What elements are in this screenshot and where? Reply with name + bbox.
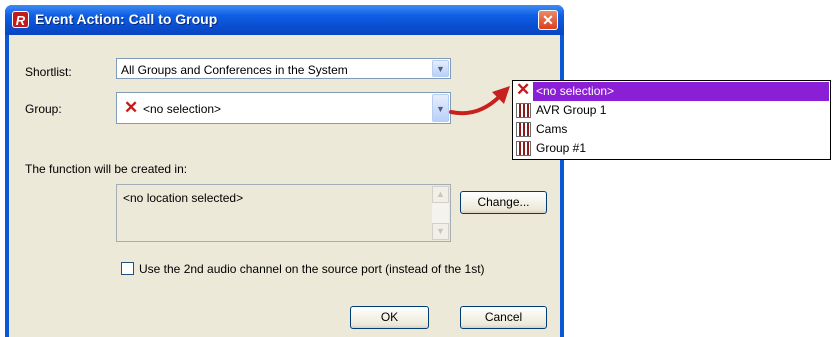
dialog-window: R Event Action: Call to Group ✕ Shortlis… xyxy=(5,5,564,337)
audio-channel-label[interactable]: Use the 2nd audio channel on the source … xyxy=(139,262,485,276)
dropdown-item-group-1[interactable]: Group #1 xyxy=(514,139,829,158)
dropdown-item-label: Group #1 xyxy=(536,141,587,155)
cancel-button[interactable]: Cancel xyxy=(460,306,547,329)
group-label: Group: xyxy=(25,102,62,116)
title-bar[interactable]: R Event Action: Call to Group ✕ xyxy=(5,5,564,35)
chevron-down-icon[interactable]: ▼ xyxy=(432,94,449,122)
scroll-up-icon[interactable]: ▲ xyxy=(432,186,449,203)
dropdown-item-label: Cams xyxy=(536,122,568,136)
window-title: Event Action: Call to Group xyxy=(35,11,218,27)
dropdown-item-cams[interactable]: Cams xyxy=(514,120,829,139)
location-scrollbar[interactable]: ▲ ▼ xyxy=(432,186,449,240)
chevron-down-icon[interactable]: ▼ xyxy=(432,60,449,77)
callout-arrow-icon xyxy=(449,86,510,116)
group-value: <no selection> xyxy=(143,102,222,116)
group-dropdown-list[interactable]: ✕ <no selection> AVR Group 1 Cams Group … xyxy=(512,80,831,160)
dialog-body: Shortlist: All Groups and Conferences in… xyxy=(9,35,560,337)
shortlist-label: Shortlist: xyxy=(25,65,72,79)
red-x-icon: ✕ xyxy=(124,98,139,117)
shortlist-value: All Groups and Conferences in the System xyxy=(121,63,348,77)
scroll-down-icon[interactable]: ▼ xyxy=(432,223,449,240)
group-combobox[interactable]: ✕ <no selection> ▼ xyxy=(116,92,451,124)
ok-button[interactable]: OK xyxy=(350,306,429,329)
dropdown-item-avr-group-1[interactable]: AVR Group 1 xyxy=(514,101,829,120)
close-button[interactable]: ✕ xyxy=(538,10,558,30)
location-value: <no location selected> xyxy=(123,191,244,205)
dropdown-item-label: <no selection> xyxy=(536,84,615,98)
group-icon xyxy=(516,141,531,156)
audio-channel-checkbox[interactable] xyxy=(121,262,134,275)
function-location-label: The function will be created in: xyxy=(25,162,188,176)
location-field: <no location selected> ▲ ▼ xyxy=(116,184,451,242)
dropdown-item-no-selection[interactable]: ✕ <no selection> xyxy=(514,80,829,101)
shortlist-combobox[interactable]: All Groups and Conferences in the System… xyxy=(116,58,451,79)
change-button[interactable]: Change... xyxy=(460,191,547,214)
group-icon xyxy=(516,103,531,118)
app-logo-icon: R xyxy=(12,11,29,28)
group-icon xyxy=(516,122,531,137)
red-x-icon: ✕ xyxy=(516,80,531,99)
dropdown-item-label: AVR Group 1 xyxy=(536,103,607,117)
